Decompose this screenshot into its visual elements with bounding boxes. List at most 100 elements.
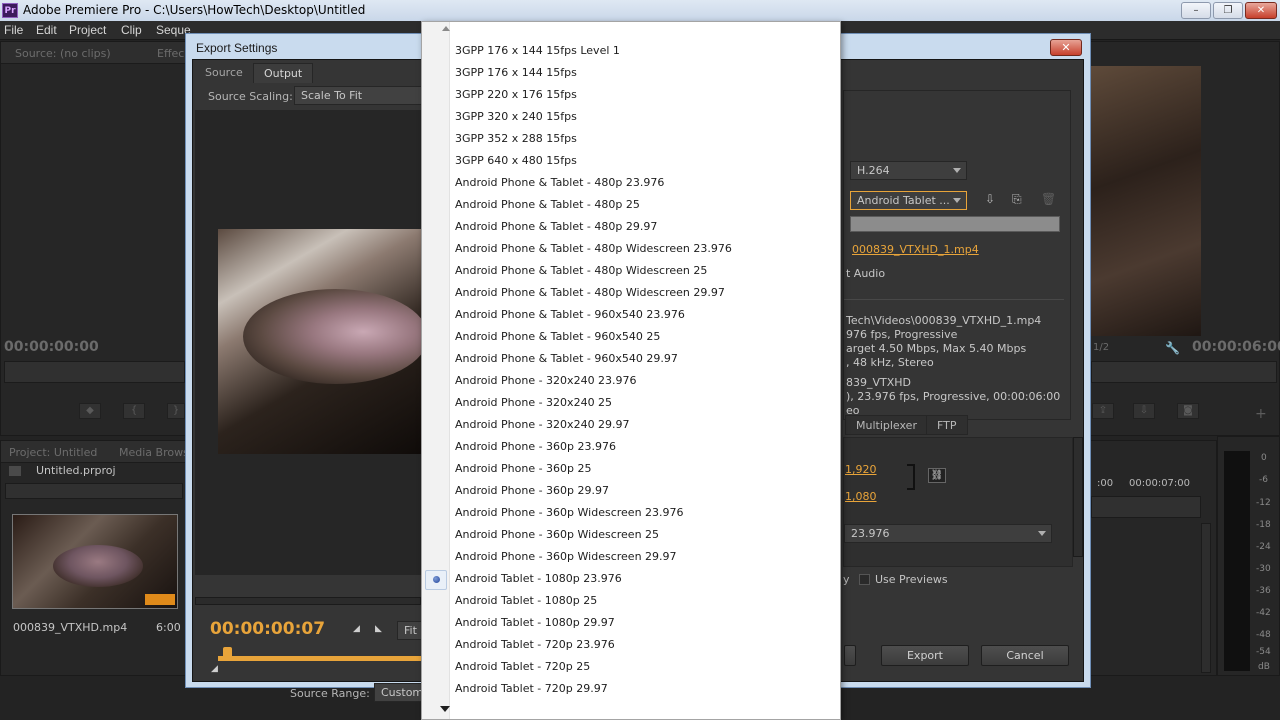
- source-panel-tabs: Source: (no clips) Effec: [1, 42, 185, 64]
- cancel-button[interactable]: Cancel: [981, 645, 1069, 666]
- timeline-track[interactable]: [1091, 496, 1201, 518]
- marker-button[interactable]: ◆: [79, 403, 101, 419]
- program-time-ruler[interactable]: [1091, 361, 1277, 383]
- work-area-bar[interactable]: [218, 656, 423, 661]
- chain-link-icon[interactable]: ⛓: [928, 468, 946, 483]
- clip-thumbnail[interactable]: [12, 514, 178, 609]
- preset-item[interactable]: Android Phone & Tablet - 960x540 29.97: [455, 348, 678, 370]
- preset-item[interactable]: Android Phone - 360p 23.976: [455, 436, 616, 458]
- preset-item[interactable]: Android Phone & Tablet - 480p 25: [455, 194, 640, 216]
- mark-out-icon[interactable]: ◣: [375, 624, 382, 634]
- add-button-icon[interactable]: +: [1255, 406, 1267, 422]
- playhead-icon[interactable]: [223, 647, 232, 658]
- format-select[interactable]: H.264: [850, 161, 967, 180]
- preset-item[interactable]: Android Tablet - 720p 23.976: [455, 634, 615, 656]
- preset-item[interactable]: 3GPP 220 x 176 15fps: [455, 84, 577, 106]
- project-search-input[interactable]: [5, 483, 183, 499]
- tab-source[interactable]: Source: (no clips): [15, 47, 111, 60]
- delete-preset-icon[interactable]: 🗑: [1041, 192, 1056, 206]
- tab-output-export[interactable]: Output: [253, 63, 314, 83]
- frame-rate-select[interactable]: 23.976: [844, 524, 1052, 543]
- format-value: H.264: [857, 164, 890, 177]
- comments-input[interactable]: [850, 216, 1060, 232]
- preset-item[interactable]: Android Phone - 320x240 29.97: [455, 414, 630, 436]
- tab-ftp[interactable]: FTP: [926, 415, 968, 435]
- in-marker-icon[interactable]: ◢: [211, 664, 218, 674]
- preset-item[interactable]: Android Phone & Tablet - 480p 29.97: [455, 216, 657, 238]
- menu-project[interactable]: Project: [69, 23, 106, 37]
- tab-effects[interactable]: Effec: [157, 47, 184, 60]
- height-value[interactable]: 1,080: [845, 490, 877, 503]
- use-previews-checkbox[interactable]: [859, 574, 870, 585]
- extract-button[interactable]: ⇩: [1133, 403, 1155, 419]
- dialog-close-button[interactable]: ✕: [1050, 39, 1082, 56]
- minimize-button[interactable]: –: [1181, 2, 1211, 19]
- preset-item[interactable]: Android Phone & Tablet - 480p Widescreen…: [455, 238, 732, 260]
- save-preset-icon[interactable]: ⇩: [985, 192, 995, 206]
- tab-project[interactable]: Project: Untitled: [9, 446, 97, 459]
- preset-item[interactable]: 3GPP 640 x 480 15fps: [455, 150, 577, 172]
- source-time-ruler[interactable]: [4, 361, 185, 383]
- timeline-scrollbar[interactable]: [1201, 523, 1211, 673]
- preset-dropdown-list[interactable]: 3GPP 176 x 144 15fps Level 1 3GPP 176 x …: [421, 21, 841, 720]
- menu-clip[interactable]: Clip: [121, 23, 142, 37]
- lift-button[interactable]: ⇪: [1092, 403, 1114, 419]
- source-scaling-select[interactable]: Scale To Fit: [294, 86, 424, 105]
- preset-item[interactable]: Android Phone & Tablet - 480p 23.976: [455, 172, 664, 194]
- tab-source-export[interactable]: Source: [195, 63, 253, 83]
- preset-item[interactable]: Android Phone & Tablet - 480p Widescreen…: [455, 282, 725, 304]
- preset-item[interactable]: Android Phone - 320x240 25: [455, 392, 612, 414]
- mark-in-icon[interactable]: ◢: [353, 624, 360, 634]
- scroll-down-arrow-icon[interactable]: [440, 706, 450, 712]
- summary-divider: [844, 299, 1064, 300]
- queue-button[interactable]: [844, 645, 856, 666]
- preset-select[interactable]: Android Tablet ...: [850, 191, 967, 210]
- summary-output: Tech\Videos\000839_VTXHD_1.mp4 976 fps, …: [846, 314, 1060, 418]
- source-range-select[interactable]: Custom: [374, 683, 424, 702]
- tab-media-browser[interactable]: Media Brows: [119, 446, 189, 459]
- zoom-fit-value: Fit: [404, 624, 417, 637]
- preset-item[interactable]: Android Phone & Tablet - 960x540 23.976: [455, 304, 685, 326]
- output-name-link[interactable]: 000839_VTXHD_1.mp4: [852, 243, 979, 256]
- export-timecode[interactable]: 00:00:00:07: [210, 619, 325, 639]
- program-timecode[interactable]: 00:00:06:00: [1192, 339, 1280, 355]
- preset-item[interactable]: Android Phone & Tablet - 960x540 25: [455, 326, 660, 348]
- source-timecode[interactable]: 00:00:00:00: [4, 339, 99, 355]
- width-value[interactable]: 1,920: [845, 463, 877, 476]
- preset-item[interactable]: 3GPP 176 x 144 15fps Level 1: [455, 40, 620, 62]
- preset-item[interactable]: Android Tablet - 1080p 25: [455, 590, 597, 612]
- preset-item[interactable]: 3GPP 352 x 288 15fps: [455, 128, 577, 150]
- wrench-icon[interactable]: 🔧: [1165, 341, 1180, 355]
- preset-item[interactable]: Android Tablet - 720p 25: [455, 656, 590, 678]
- preset-item-selected[interactable]: Android Tablet - 1080p 23.976: [455, 568, 622, 590]
- preset-item[interactable]: Android Tablet - 1080p 29.97: [455, 612, 615, 634]
- premiere-logo-icon: Pr: [2, 3, 18, 18]
- preview-scrollbar[interactable]: [195, 597, 421, 605]
- camera-icon[interactable]: ◙: [1177, 403, 1199, 419]
- menu-file[interactable]: File: [4, 23, 23, 37]
- timeline-timecode-a: :00: [1097, 478, 1114, 489]
- preset-item[interactable]: Android Tablet - 720p 29.97: [455, 678, 608, 700]
- preset-item[interactable]: 3GPP 176 x 144 15fps: [455, 62, 577, 84]
- preset-item[interactable]: Android Phone & Tablet - 480p Widescreen…: [455, 260, 707, 282]
- program-zoom-select[interactable]: 1/2: [1093, 342, 1109, 353]
- maximize-button[interactable]: ❐: [1213, 2, 1243, 19]
- tab-multiplexer[interactable]: Multiplexer: [845, 415, 928, 435]
- export-button[interactable]: Export: [881, 645, 969, 666]
- settings-scrollbar[interactable]: [1073, 437, 1083, 557]
- export-audio-checkbox-label[interactable]: t Audio: [846, 267, 885, 280]
- preset-item[interactable]: Android Phone - 360p 29.97: [455, 480, 609, 502]
- close-window-button[interactable]: ✕: [1245, 2, 1277, 19]
- preset-item[interactable]: Android Phone - 360p Widescreen 25: [455, 524, 659, 546]
- preset-item[interactable]: Android Phone - 360p Widescreen 23.976: [455, 502, 684, 524]
- menu-edit[interactable]: Edit: [36, 23, 57, 37]
- preset-item[interactable]: Android Phone - 360p Widescreen 29.97: [455, 546, 677, 568]
- preset-item[interactable]: Android Phone - 320x240 23.976: [455, 370, 637, 392]
- out-point-button[interactable]: }: [167, 403, 185, 419]
- preset-item[interactable]: Android Phone - 360p 25: [455, 458, 592, 480]
- meter-label-0: 0: [1261, 453, 1267, 463]
- import-preset-icon[interactable]: ⎘: [1012, 192, 1022, 207]
- in-point-button[interactable]: {: [123, 403, 145, 419]
- preset-item[interactable]: 3GPP 320 x 240 15fps: [455, 106, 577, 128]
- scroll-up-arrow-icon[interactable]: [442, 26, 450, 31]
